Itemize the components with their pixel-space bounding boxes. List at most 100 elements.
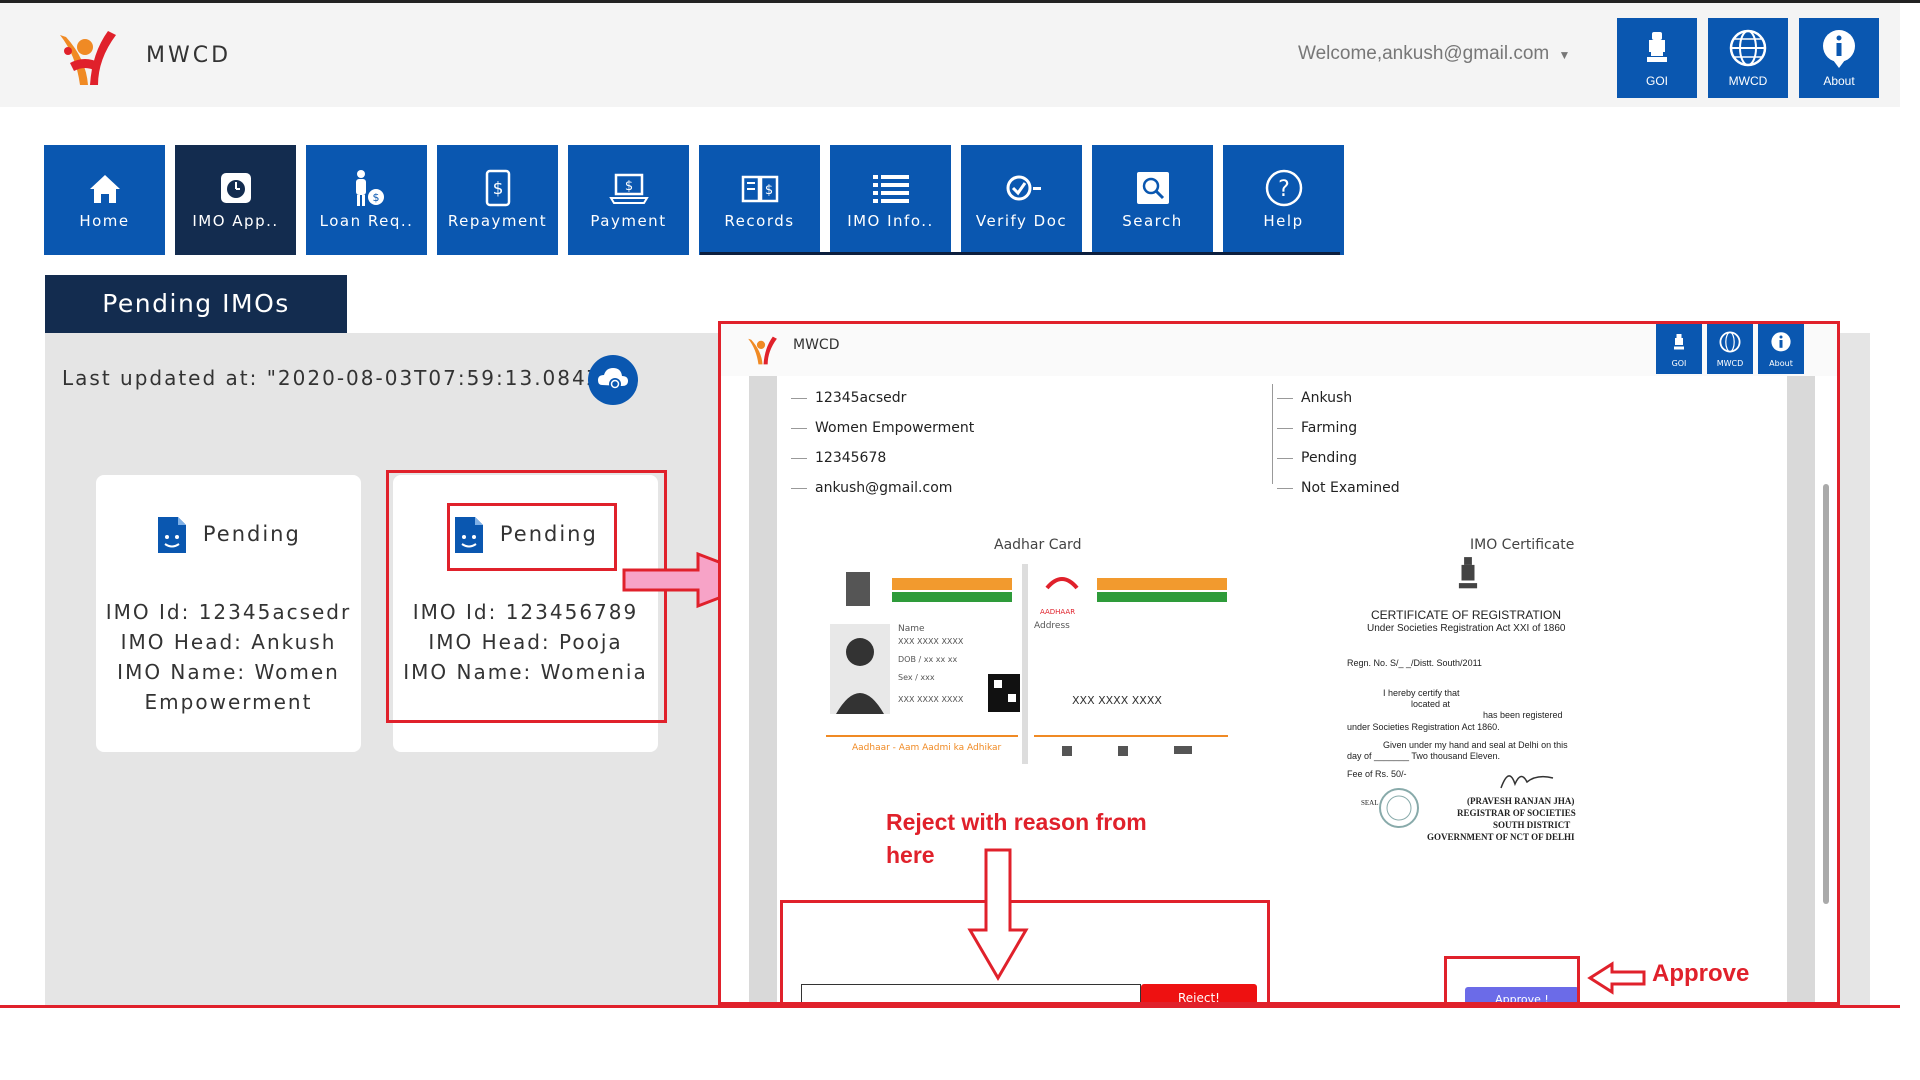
annotation-bottom-line (0, 1005, 1900, 1008)
aadhar-sex: Sex / xxx (898, 673, 935, 682)
nav-loan-req[interactable]: $ Loan Req.. (306, 145, 427, 255)
cert-subheading: Under Societies Registration Act XXI of … (1367, 623, 1566, 634)
nav-records[interactable]: $ Records (699, 145, 820, 255)
welcome-text: Welcome,ankush@gmail.com (1298, 43, 1550, 64)
aadhar-address-label: Address (1034, 621, 1070, 631)
annotation-box-status (447, 503, 617, 571)
cert-heading: CERTIFICATE OF REGISTRATION (1371, 608, 1562, 622)
cert-line3: has been registered (1483, 710, 1563, 720)
detail-left-gutter (749, 376, 777, 1002)
nav-search[interactable]: Search (1092, 145, 1213, 255)
cert-registrar: REGISTRAR OF SOCIETIES (1457, 808, 1576, 818)
detail-scrollbar[interactable] (1823, 484, 1829, 904)
cert-fee: Fee of Rs. 50/- (1347, 769, 1407, 779)
emblem-icon (1674, 334, 1684, 350)
mwcd-label: MWCD (1728, 74, 1768, 88)
user-menu[interactable]: Welcome,ankush@gmail.com ▼ (1298, 43, 1570, 65)
nav-label: Loan Req.. (319, 212, 414, 230)
detail-mwcd-label: MWCD (1716, 359, 1744, 368)
brand-title: MWCD (146, 43, 232, 68)
svg-text:$: $ (765, 183, 773, 198)
aadhar-graphic-icon: Name XXX XXXX XXXX DOB / xx xx xx Sex / … (822, 564, 1232, 764)
nav-label: Repayment (447, 212, 548, 230)
imo-head: IMO Head: Ankush (120, 630, 337, 654)
emblem-icon (1458, 557, 1478, 589)
nav-label: Records (724, 212, 795, 230)
check-circle-icon (1006, 175, 1041, 201)
about-label: About (1823, 74, 1855, 88)
nav-label: IMO App.. (192, 212, 279, 230)
mwcd-logo-icon (748, 336, 777, 365)
imo-card[interactable]: Pending IMO Id: 12345acsedr IMO Head: An… (96, 475, 361, 752)
svg-text:$: $ (493, 179, 504, 199)
imo-id-value: 12345acsedr (791, 390, 906, 406)
refresh-button[interactable] (588, 355, 638, 405)
imo-certificate-image[interactable]: CERTIFICATE OF REGISTRATION Under Societ… (1321, 524, 1621, 884)
mwcd-logo-icon (60, 31, 116, 85)
nav-home[interactable]: Home (44, 145, 165, 255)
cert-government: GOVERNMENT OF NCT OF DELHI (1427, 832, 1575, 842)
nav-verify-doc[interactable]: Verify Doc (961, 145, 1082, 255)
annotation-arrow-down-icon (967, 848, 1029, 981)
aadhar-card-title: Aadhar Card (994, 537, 1082, 553)
imo-activity-value: Farming (1277, 420, 1357, 436)
imo-name: IMO Name: Women (117, 660, 340, 684)
dollar-doc-icon: $ (485, 169, 511, 207)
aadhar-name-label: Name (898, 624, 925, 634)
imo-status-value: Pending (1277, 450, 1357, 466)
cert-signatory: (PRAVESH RANJAN JHA) (1467, 796, 1575, 806)
annotation-approve-text: Approve (1652, 960, 1750, 987)
about-button[interactable]: About (1799, 18, 1879, 98)
emblem-icon (1647, 32, 1667, 62)
caret-down-icon: ▼ (1558, 48, 1571, 62)
nav-payment[interactable]: $ Payment (568, 145, 689, 255)
detail-right-gutter (1787, 376, 1815, 1002)
annotation-reject-line1: Reject with reason from (886, 809, 1147, 835)
detail-mwcd-button[interactable]: MWCD (1707, 324, 1753, 374)
aadhar-number: XXX XXXX XXXX (1072, 694, 1162, 707)
aadhar-dob: DOB / xx xx xx (898, 655, 957, 664)
nav-imo-app[interactable]: IMO App.. (175, 145, 296, 255)
aadhar-tagline: Aadhaar - Aam Aadmi ka Adhikar (852, 743, 1002, 753)
nav-label: Help (1263, 212, 1304, 230)
laptop-dollar-icon: $ (609, 173, 649, 204)
cert-seal-label: SEAL (1361, 799, 1379, 807)
nav-help[interactable]: ? Help (1223, 145, 1344, 255)
detail-goi-button[interactable]: GOI (1656, 324, 1702, 374)
pending-imos-tab[interactable]: Pending IMOs (45, 275, 347, 333)
info-icon (1771, 332, 1791, 352)
imo-name-value: Women Empowerment (791, 420, 974, 436)
imo-exam-value: Not Examined (1277, 480, 1400, 496)
svg-text:$: $ (373, 191, 380, 204)
book-dollar-icon: $ (741, 175, 779, 203)
goi-label: GOI (1645, 74, 1668, 88)
detail-about-button[interactable]: About (1758, 324, 1804, 374)
nav-label: Search (1122, 212, 1183, 230)
annotation-box-approve (1444, 956, 1580, 1008)
cert-district: SOUTH DISTRICT (1493, 820, 1571, 830)
nav-label: Payment (590, 212, 667, 230)
detail-brand: MWCD (793, 337, 840, 353)
imo-name-cont: Empowerment (144, 690, 313, 714)
aadhar-number-small: XXX XXXX XXXX (898, 695, 964, 704)
nav-label: Home (79, 212, 130, 230)
signature-icon (1500, 775, 1554, 789)
last-updated-text: Last updated at: "2020-08-03T07:59:13.08… (62, 366, 614, 390)
svg-text:$: $ (625, 179, 633, 194)
detail-header: MWCD GOI MWCD About (721, 324, 1837, 376)
person-money-icon: $ (356, 170, 384, 206)
aadhar-card-image[interactable]: Name XXX XXXX XXXX DOB / xx xx xx Sex / … (822, 564, 1232, 774)
detail-about-label: About (1769, 359, 1793, 368)
globe-icon (1729, 29, 1767, 67)
cert-line6: day of _______ Two thousand Eleven. (1347, 751, 1500, 761)
detail-divider (1272, 384, 1273, 484)
nav-imo-info[interactable]: IMO Info.. (830, 145, 951, 255)
nav-repayment[interactable]: $ Repayment (437, 145, 558, 255)
clock-icon (221, 173, 251, 203)
search-icon (1137, 172, 1169, 204)
svg-text:?: ? (1278, 177, 1290, 202)
home-icon (90, 175, 120, 203)
cert-line2: located at (1411, 699, 1451, 709)
mwcd-button[interactable]: MWCD (1708, 18, 1788, 98)
goi-button[interactable]: GOI (1617, 18, 1697, 98)
